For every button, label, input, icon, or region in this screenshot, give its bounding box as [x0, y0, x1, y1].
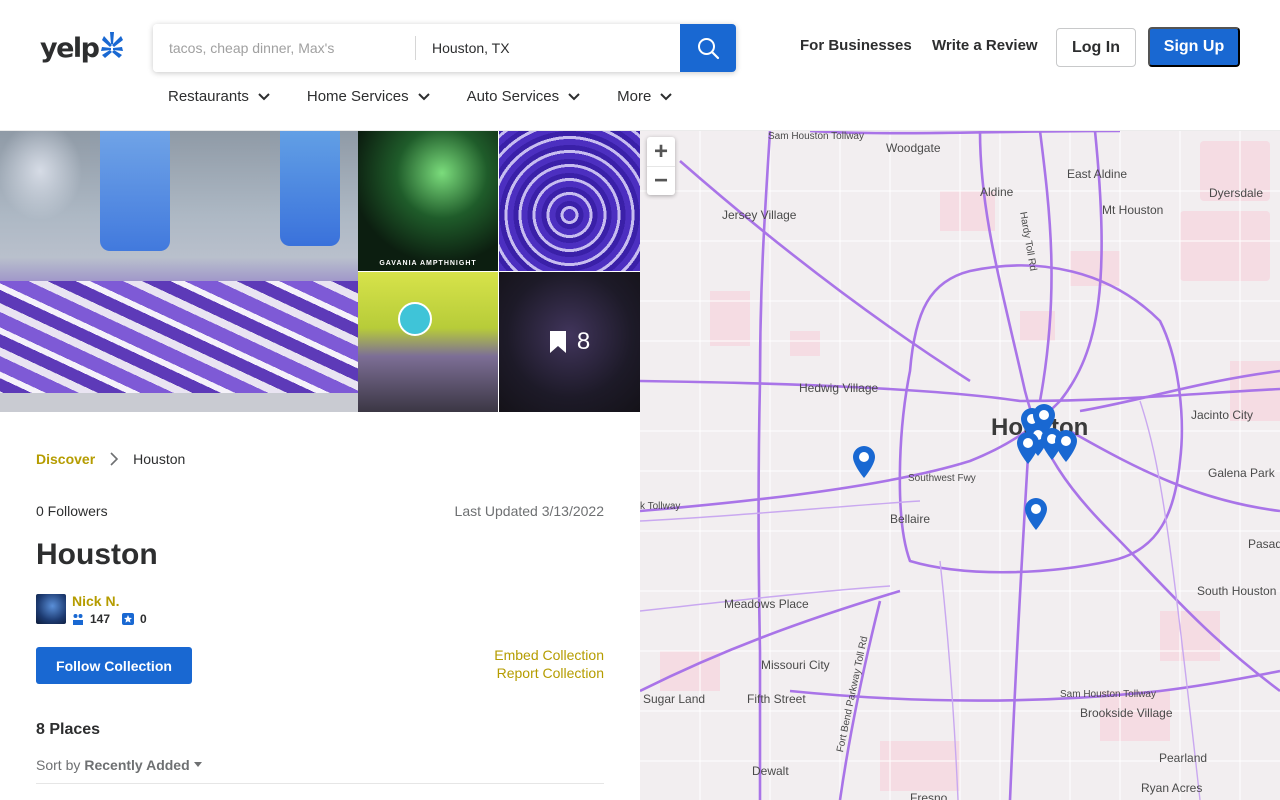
- yelp-burst-icon: [100, 32, 123, 58]
- category-auto-services[interactable]: Auto Services: [467, 88, 582, 105]
- followers-count: 0 Followers: [36, 503, 108, 519]
- category-label: Restaurants: [168, 88, 249, 105]
- breadcrumb-current: Houston: [133, 451, 186, 467]
- map-canvas: [640, 131, 1280, 800]
- map-label: Aldine: [980, 185, 1014, 199]
- owner-name-link[interactable]: Nick N.: [72, 594, 159, 608]
- collection-photo-food[interactable]: [499, 131, 640, 271]
- caret-down-icon: [193, 762, 202, 767]
- map-label: Jersey Village: [722, 208, 797, 222]
- collection-photo-nightclub[interactable]: GAVANIA AMPTHNIGHT: [358, 131, 499, 271]
- logo-wordmark: yelp: [40, 32, 100, 64]
- map-pin[interactable]: [1024, 497, 1048, 531]
- friends-icon: [73, 614, 83, 625]
- saved-count: 8: [576, 328, 591, 355]
- zoom-out-button[interactable]: −: [647, 166, 675, 195]
- sort-dropdown[interactable]: Recently Added: [84, 757, 202, 773]
- map-label: Meadows Place: [724, 597, 809, 611]
- photo-collage: GAVANIA AMPTHNIGHT 8: [0, 131, 640, 412]
- map-label: Fifth Street: [747, 692, 806, 706]
- map[interactable]: + − Woodgate East Aldine Aldine Dyersdal…: [640, 131, 1280, 800]
- last-updated: Last Updated 3/13/2022: [454, 503, 604, 519]
- category-label: Home Services: [306, 88, 409, 105]
- chevron-down-icon: [258, 92, 270, 100]
- map-label: Hedwig Village: [799, 381, 879, 395]
- sort-value: Recently Added: [84, 757, 190, 773]
- sort-control: Sort by Recently Added: [36, 757, 202, 773]
- category-more[interactable]: More: [617, 88, 673, 105]
- bookmark-icon: [549, 331, 566, 353]
- collection-photo-more[interactable]: 8: [499, 272, 640, 412]
- review-star-icon: [122, 613, 135, 625]
- collection-photo-patio[interactable]: [358, 272, 499, 412]
- category-nav: Restaurants Home Services Auto Services …: [168, 88, 709, 105]
- category-restaurants[interactable]: Restaurants: [168, 88, 271, 105]
- map-label: Missouri City: [761, 658, 830, 672]
- map-pin[interactable]: [1016, 431, 1040, 465]
- map-label: Pasad: [1248, 537, 1280, 551]
- category-home-services[interactable]: Home Services: [307, 88, 431, 105]
- search-find-input[interactable]: [153, 24, 415, 72]
- breadcrumb: Discover Houston: [36, 451, 185, 467]
- chevron-down-icon: [568, 92, 580, 100]
- map-label: Mt Houston: [1102, 203, 1164, 217]
- map-label: Woodgate: [886, 141, 941, 155]
- photo-brand-text: GAVANIA AMPTHNIGHT: [379, 260, 477, 267]
- zoom-in-button[interactable]: +: [647, 137, 675, 166]
- embed-collection-link[interactable]: Embed Collection: [494, 647, 604, 663]
- map-label: Brookside Village: [1080, 706, 1173, 720]
- map-label: Sam Houston Tollway: [768, 131, 864, 142]
- category-label: Auto Services: [466, 88, 560, 105]
- report-collection-link[interactable]: Report Collection: [497, 665, 604, 681]
- breadcrumb-discover-link[interactable]: Discover: [36, 451, 95, 467]
- avatar[interactable]: [36, 594, 66, 624]
- chevron-down-icon: [660, 92, 673, 100]
- map-pin[interactable]: [1054, 429, 1078, 463]
- map-zoom-controls: + −: [647, 137, 675, 195]
- friends-count: 147: [90, 612, 111, 626]
- signup-button[interactable]: Sign Up: [1148, 27, 1240, 67]
- divider: [36, 783, 604, 784]
- map-label: k Tollway: [640, 501, 681, 512]
- follow-collection-button[interactable]: Follow Collection: [36, 647, 192, 684]
- map-label: Dewalt: [752, 764, 789, 778]
- map-label: Bellaire: [890, 512, 931, 526]
- map-label: South Houston: [1197, 584, 1277, 598]
- page-title: Houston: [36, 538, 158, 571]
- category-label: More: [617, 88, 652, 105]
- map-label: East Aldine: [1067, 167, 1128, 181]
- map-label: Ryan Acres: [1141, 781, 1203, 795]
- saved-count-overlay[interactable]: 8: [499, 272, 640, 412]
- for-businesses-link[interactable]: For Businesses: [800, 37, 912, 54]
- header: yelp For Businesses Write a Review Log I…: [0, 0, 1280, 131]
- collection-owner: Nick N. 147 0: [36, 594, 159, 626]
- map-label: Sugar Land: [643, 692, 706, 706]
- places-count: 8 Places: [36, 721, 101, 738]
- map-label: Jacinto City: [1191, 408, 1254, 422]
- yelp-logo[interactable]: yelp: [40, 30, 124, 66]
- map-label: Pearland: [1159, 751, 1208, 765]
- chevron-down-icon: [417, 92, 430, 100]
- map-label: Southwest Fwy: [908, 473, 976, 484]
- search-button[interactable]: [680, 24, 736, 72]
- search-bar: [153, 24, 736, 72]
- map-label: Sam Houston Tollway: [1060, 689, 1156, 700]
- collection-main-photo[interactable]: [0, 131, 358, 412]
- write-review-link[interactable]: Write a Review: [932, 37, 1038, 54]
- map-label: Galena Park: [1208, 466, 1275, 480]
- search-near-input[interactable]: [416, 24, 680, 72]
- login-button[interactable]: Log In: [1056, 28, 1136, 67]
- reviews-count: 0: [140, 612, 147, 626]
- map-pin[interactable]: [852, 445, 876, 479]
- sort-label: Sort by: [36, 757, 81, 773]
- owner-stats: 147 0: [72, 612, 159, 626]
- map-label: Dyersdale: [1209, 186, 1264, 200]
- chevron-right-icon: [109, 452, 119, 466]
- search-icon: [698, 38, 720, 60]
- map-label: Fresno: [910, 791, 948, 800]
